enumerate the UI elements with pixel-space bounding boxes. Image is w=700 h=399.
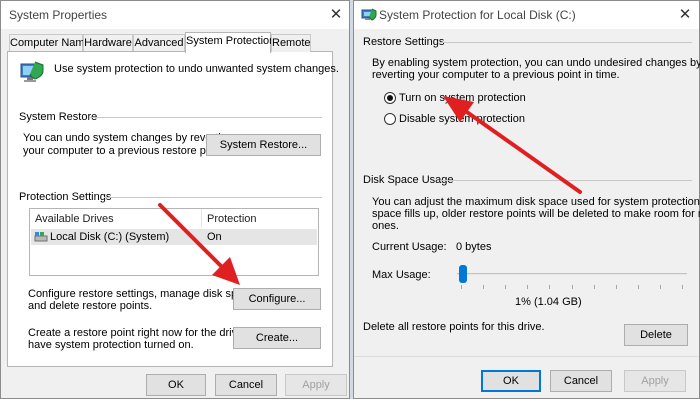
close-icon[interactable]: ✕ — [674, 5, 696, 25]
system-properties-window: System Properties ✕ Computer Name Hardwa… — [0, 0, 350, 399]
ok-button[interactable]: OK — [146, 374, 206, 396]
slider-tick — [638, 285, 639, 289]
tab-hardware[interactable]: Hardware — [83, 34, 133, 52]
max-usage-value: 1% (1.04 GB) — [515, 296, 582, 308]
cancel-button[interactable]: Cancel — [550, 370, 612, 392]
apply-button[interactable]: Apply — [285, 374, 347, 396]
protection-status-cell: On — [207, 231, 222, 243]
delete-button[interactable]: Delete — [624, 324, 688, 346]
configure-description-2: and delete restore points. — [28, 300, 153, 312]
dialog-title: System Protection for Local Disk (C:) — [379, 8, 576, 22]
intro-text: Use system protection to undo unwanted s… — [54, 63, 339, 75]
disk-space-description-2: space fills up, older restore points wil… — [372, 208, 700, 220]
system-restore-description-2: your computer to a previous restore poin… — [23, 145, 227, 157]
window-title: System Properties — [9, 8, 108, 22]
disable-label[interactable]: Disable system protection — [399, 113, 525, 125]
system-restore-description: You can undo system changes by reverting — [23, 132, 233, 144]
protection-settings-label: Protection Settings — [19, 191, 112, 203]
drive-name-cell: Local Disk (C:) (System) — [50, 231, 170, 243]
tab-remote[interactable]: Remote — [271, 34, 311, 52]
slider-tick — [527, 285, 528, 289]
current-usage-value: 0 bytes — [456, 241, 492, 253]
delete-description: Delete all restore points for this drive… — [363, 321, 545, 333]
apply-button[interactable]: Apply — [624, 370, 686, 392]
divider — [440, 180, 692, 181]
restore-settings-description-2: reverting your computer to a previous po… — [372, 69, 620, 81]
current-usage-label: Current Usage: — [372, 241, 447, 253]
column-header-protection[interactable]: Protection — [207, 213, 257, 225]
divider — [104, 197, 322, 198]
tab-system-protection[interactable]: System Protection — [185, 32, 275, 53]
slider-tick — [505, 285, 506, 289]
disk-space-description-3: ones. — [372, 220, 399, 232]
system-protection-dialog: System Protection for Local Disk (C:) ✕ … — [353, 0, 700, 399]
max-usage-slider[interactable] — [457, 265, 687, 291]
slider-track[interactable] — [457, 273, 687, 275]
column-header-drives[interactable]: Available Drives — [35, 213, 114, 225]
restore-settings-description: By enabling system protection, you can u… — [372, 57, 700, 69]
max-usage-label: Max Usage: — [372, 269, 431, 281]
turn-on-radio[interactable] — [384, 92, 396, 104]
system-protection-icon — [361, 8, 377, 21]
slider-tick — [572, 285, 573, 289]
create-description-2: have system protection turned on. — [28, 339, 194, 351]
divider — [440, 42, 692, 43]
close-icon[interactable]: ✕ — [325, 5, 347, 25]
system-restore-button[interactable]: System Restore... — [206, 134, 321, 156]
column-divider — [201, 209, 202, 227]
turn-on-label[interactable]: Turn on system protection — [399, 92, 526, 104]
computer-shield-icon — [20, 61, 44, 82]
drive-icon — [34, 232, 48, 242]
slider-tick — [594, 285, 595, 289]
disk-space-description: You can adjust the maximum disk space us… — [372, 196, 700, 208]
table-row[interactable]: Local Disk (C:) (System) On — [31, 229, 317, 245]
create-button[interactable]: Create... — [233, 327, 321, 349]
ok-button[interactable]: OK — [481, 370, 541, 392]
slider-tick — [660, 285, 661, 289]
slider-tick — [616, 285, 617, 289]
configure-button[interactable]: Configure... — [233, 288, 321, 310]
system-restore-label: System Restore — [19, 111, 98, 123]
tab-computer-name[interactable]: Computer Name — [9, 34, 91, 52]
disable-radio[interactable] — [384, 113, 396, 125]
slider-thumb[interactable] — [459, 265, 467, 283]
footer-divider — [354, 356, 699, 357]
slider-tick — [682, 285, 683, 289]
slider-tick — [549, 285, 550, 289]
divider — [89, 117, 322, 118]
tab-advanced[interactable]: Advanced — [133, 34, 185, 52]
cancel-button[interactable]: Cancel — [215, 374, 277, 396]
slider-tick — [461, 285, 462, 289]
configure-description: Configure restore settings, manage disk … — [28, 288, 258, 300]
restore-settings-label: Restore Settings — [363, 36, 445, 48]
title-bar[interactable]: System Properties ✕ — [1, 1, 349, 29]
title-bar[interactable]: System Protection for Local Disk (C:) ✕ — [354, 1, 699, 29]
slider-tick — [483, 285, 484, 289]
drives-list[interactable]: Available Drives Protection Local Disk (… — [29, 208, 319, 276]
